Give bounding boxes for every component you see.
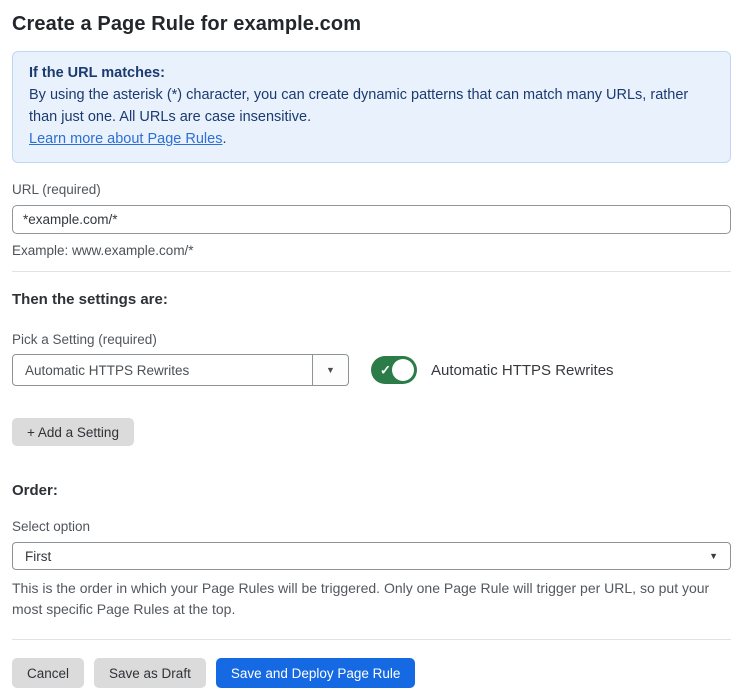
check-icon: ✓ <box>380 362 391 378</box>
divider <box>12 639 731 640</box>
page-rule-form: Create a Page Rule for example.com If th… <box>0 13 743 688</box>
url-match-info-box: If the URL matches: By using the asteris… <box>12 51 731 163</box>
order-section-heading: Order: <box>12 482 58 499</box>
https-rewrites-toggle[interactable]: ✓ <box>371 356 417 384</box>
order-helper-text: This is the order in which your Page Rul… <box>12 580 710 617</box>
learn-more-link[interactable]: Learn more about Page Rules <box>29 131 222 147</box>
setting-dropdown-button[interactable]: ▼ <box>312 355 348 385</box>
save-draft-button[interactable]: Save as Draft <box>94 658 206 688</box>
chevron-down-icon: ▼ <box>326 365 335 375</box>
order-select-label: Select option <box>12 519 91 534</box>
toggle-label: Automatic HTTPS Rewrites <box>431 361 614 379</box>
setting-dropdown[interactable]: Automatic HTTPS Rewrites ▼ <box>12 354 349 386</box>
pick-setting-label: Pick a Setting (required) <box>12 332 157 347</box>
setting-dropdown-value: Automatic HTTPS Rewrites <box>25 362 190 378</box>
info-box-heading: If the URL matches: <box>29 65 165 81</box>
link-suffix: . <box>222 131 227 147</box>
url-input[interactable] <box>12 205 731 234</box>
info-box-body: By using the asterisk (*) character, you… <box>29 87 689 125</box>
setting-row: Automatic HTTPS Rewrites ▼ ✓ Automatic H… <box>12 354 731 386</box>
chevron-down-icon: ▼ <box>709 551 718 561</box>
add-setting-button[interactable]: + Add a Setting <box>12 418 134 446</box>
save-deploy-button[interactable]: Save and Deploy Page Rule <box>215 658 416 688</box>
cancel-button[interactable]: Cancel <box>12 658 85 688</box>
footer-buttons: Cancel Save as Draft Save and Deploy Pag… <box>12 658 731 688</box>
toggle-knob <box>392 359 414 381</box>
order-select[interactable]: First ▼ <box>12 542 731 570</box>
settings-section-heading: Then the settings are: <box>12 291 168 308</box>
order-select-value: First <box>25 548 52 564</box>
url-example-helper: Example: www.example.com/* <box>12 243 194 258</box>
divider <box>12 271 731 272</box>
page-title: Create a Page Rule for example.com <box>12 13 362 35</box>
url-field-label: URL (required) <box>12 182 101 197</box>
info-box-link-line: Learn more about Page Rules. <box>29 128 714 150</box>
